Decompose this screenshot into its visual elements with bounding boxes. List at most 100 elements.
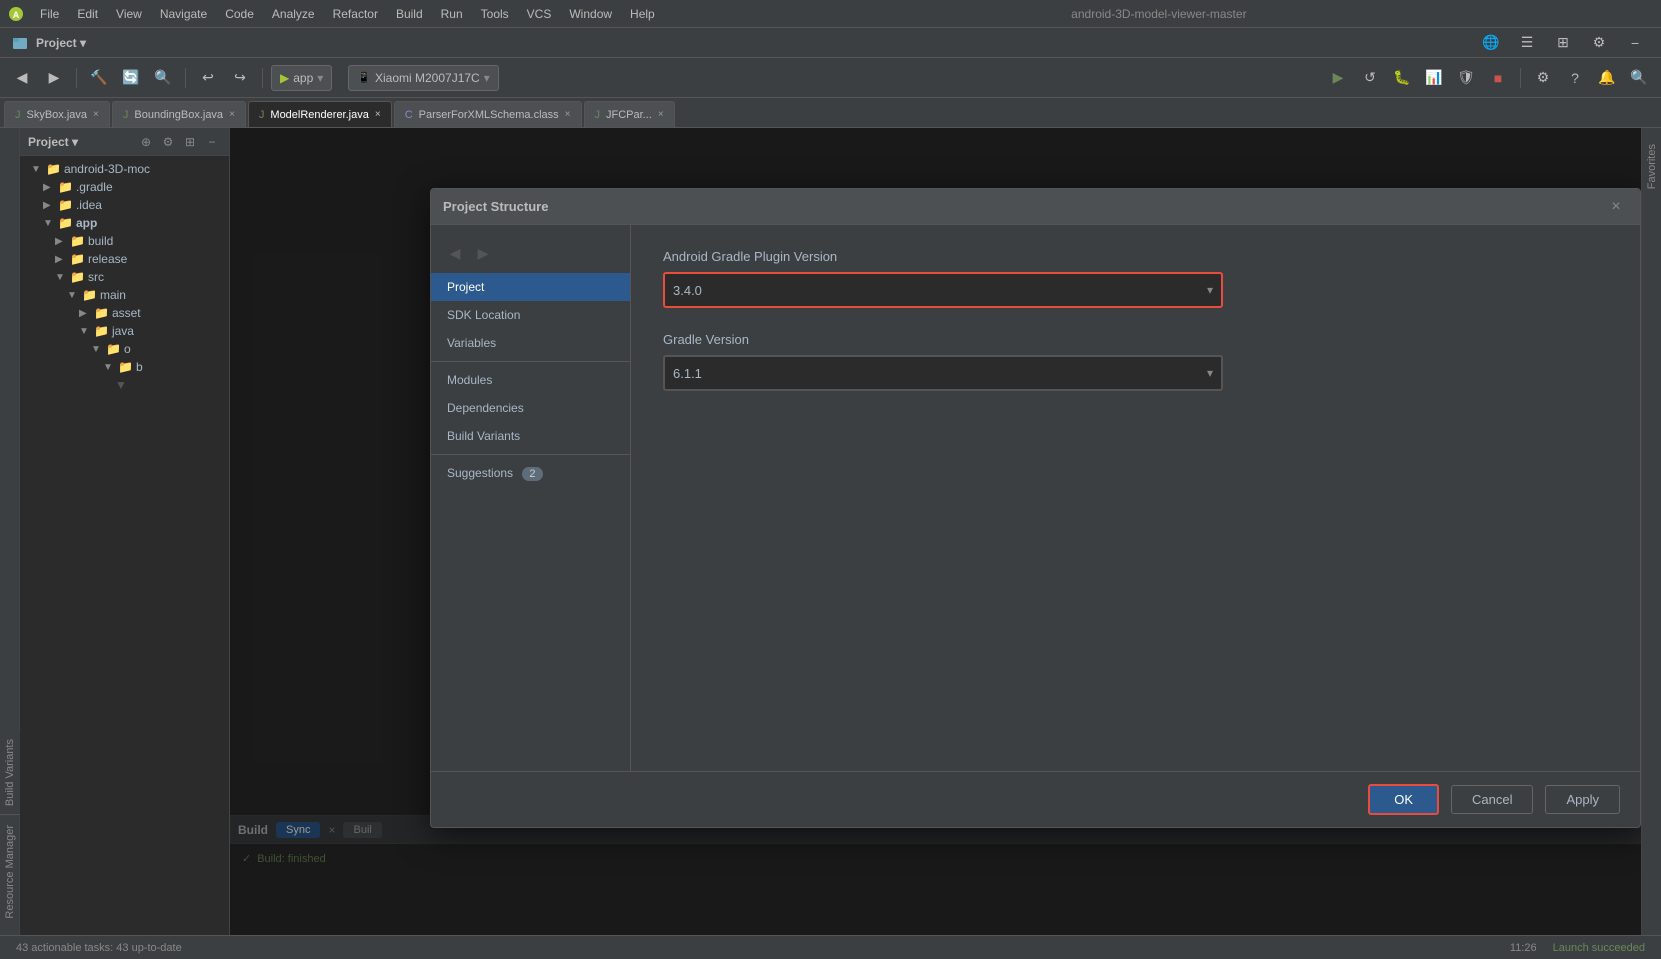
menu-navigate[interactable]: Navigate xyxy=(152,5,215,23)
nav-forward-btn[interactable]: ▶ xyxy=(471,241,495,265)
toolbar-expand-btn[interactable]: ⊞ xyxy=(1549,29,1577,57)
menu-view[interactable]: View xyxy=(108,5,150,23)
dialog-nav-variables[interactable]: Variables xyxy=(431,329,630,357)
menu-tools[interactable]: Tools xyxy=(473,5,517,23)
nav-back-btn[interactable]: ◀ xyxy=(443,241,467,265)
project-structure-dialog: Project Structure × ◀ ▶ Project SDK Loca… xyxy=(430,188,1641,828)
status-time: 11:26 xyxy=(1510,942,1537,954)
dialog-nav-divider2 xyxy=(431,454,630,455)
tree-src[interactable]: ▼ 📁 src xyxy=(20,268,229,286)
menu-file[interactable]: File xyxy=(32,5,67,23)
profile-btn[interactable]: 📊 xyxy=(1420,64,1448,92)
tab-parserforxml[interactable]: C ParserForXMLSchema.class × xyxy=(394,101,582,127)
suggestions-badge: 2 xyxy=(522,467,542,481)
tree-main-label: main xyxy=(100,288,126,302)
toolbar-sync-btn[interactable]: 🔄 xyxy=(117,64,145,92)
tree-gradle[interactable]: ▶ 📁 .gradle xyxy=(20,178,229,196)
menu-help[interactable]: Help xyxy=(622,5,663,23)
menu-analyze[interactable]: Analyze xyxy=(264,5,323,23)
dialog-close-button[interactable]: × xyxy=(1604,195,1628,219)
toolbar-analyze-btn[interactable]: 🔍 xyxy=(149,64,177,92)
tree-idea[interactable]: ▶ 📁 .idea xyxy=(20,196,229,214)
toolbar-earth-btn[interactable]: 🌐 xyxy=(1477,29,1505,57)
sidebar-action-expand[interactable]: ⊞ xyxy=(181,133,199,151)
run-btn[interactable]: ▶ xyxy=(1324,64,1352,92)
dialog-nav-sdk-location[interactable]: SDK Location xyxy=(431,301,630,329)
tab-skybox[interactable]: J SkyBox.java × xyxy=(4,101,110,127)
apply-button[interactable]: Apply xyxy=(1545,785,1620,814)
parserforxml-class-icon: C xyxy=(405,109,413,121)
toolbar-gear-btn[interactable]: ⚙ xyxy=(1585,29,1613,57)
sidebar-action-scope[interactable]: ⊕ xyxy=(137,133,155,151)
status-bar: 43 actionable tasks: 43 up-to-date 11:26… xyxy=(0,935,1661,959)
tree-build[interactable]: ▶ 📁 build xyxy=(20,232,229,250)
search-btn[interactable]: 🔍 xyxy=(1625,64,1653,92)
panel-label-favorites[interactable]: Favorites xyxy=(1643,136,1661,197)
sidebar-title-label: Project ▾ xyxy=(28,135,78,149)
tab-jfcpar[interactable]: J JFCPar... × xyxy=(584,101,675,127)
dialog-nav-modules[interactable]: Modules xyxy=(431,366,630,394)
dialog-nav-project[interactable]: Project xyxy=(431,273,630,301)
toolbar-undo-btn[interactable]: ↩ xyxy=(194,64,222,92)
sidebar-action-minimize[interactable]: − xyxy=(203,133,221,151)
cancel-button[interactable]: Cancel xyxy=(1451,785,1533,814)
settings-btn[interactable]: ⚙ xyxy=(1529,64,1557,92)
tree-o[interactable]: ▼ 📁 o xyxy=(20,340,229,358)
toolbar-back-btn[interactable]: ◀ xyxy=(8,64,36,92)
refresh-btn[interactable]: ↺ xyxy=(1356,64,1384,92)
ok-button[interactable]: OK xyxy=(1368,784,1439,815)
panel-label-build-variants[interactable]: Build Variants xyxy=(0,731,20,815)
menu-run[interactable]: Run xyxy=(433,5,471,23)
debug-btn[interactable]: 🐛 xyxy=(1388,64,1416,92)
device-dropdown[interactable]: 📱 Xiaomi M2007J17C ▾ xyxy=(348,65,498,91)
tab-modelrenderer[interactable]: J ModelRenderer.java × xyxy=(248,101,392,127)
notifications-btn[interactable]: 🔔 xyxy=(1593,64,1621,92)
tab-modelrenderer-close[interactable]: × xyxy=(375,109,381,120)
toolbar-list-btn[interactable]: ☰ xyxy=(1513,29,1541,57)
tab-jfcpar-close[interactable]: × xyxy=(658,109,664,120)
gradle-version-dropdown[interactable]: 6.1.1 ▾ xyxy=(663,355,1223,391)
tree-main-folder-icon: 📁 xyxy=(82,288,97,302)
sidebar-action-settings[interactable]: ⚙ xyxy=(159,133,177,151)
run-config-dropdown[interactable]: ▶ app ▾ xyxy=(271,65,332,91)
coverage-btn[interactable]: 🛡 xyxy=(1452,64,1480,92)
tree-app[interactable]: ▼ 📁 app xyxy=(20,214,229,232)
dialog-body: ◀ ▶ Project SDK Location Variables Modul… xyxy=(431,225,1640,771)
tree-gradle-arrow: ▶ xyxy=(43,182,55,193)
menu-vcs[interactable]: VCS xyxy=(519,5,560,23)
menu-refactor[interactable]: Refactor xyxy=(325,5,386,23)
tree-gradle-label: .gradle xyxy=(76,180,113,194)
toolbar-build-btn[interactable]: 🔨 xyxy=(85,64,113,92)
status-launch: Launch succeeded xyxy=(1553,942,1645,954)
dialog-footer: OK Cancel Apply xyxy=(431,771,1640,827)
toolbar-forward-btn[interactable]: ▶ xyxy=(40,64,68,92)
plugin-version-dropdown[interactable]: 3.4.0 ▾ xyxy=(663,272,1223,308)
menu-build[interactable]: Build xyxy=(388,5,431,23)
tab-parserforxml-close[interactable]: × xyxy=(565,109,571,120)
toolbar-minus-btn[interactable]: − xyxy=(1621,29,1649,57)
tab-skybox-close[interactable]: × xyxy=(93,109,99,120)
tree-asset[interactable]: ▶ 📁 asset xyxy=(20,304,229,322)
toolbar-redo-btn[interactable]: ↪ xyxy=(226,64,254,92)
menu-edit[interactable]: Edit xyxy=(69,5,106,23)
tree-b[interactable]: ▼ 📁 b xyxy=(20,358,229,376)
dialog-nav-suggestions[interactable]: Suggestions 2 xyxy=(431,459,630,488)
run-config-label: app xyxy=(293,71,313,85)
dialog-nav: ◀ ▶ Project SDK Location Variables Modul… xyxy=(431,225,631,771)
menu-code[interactable]: Code xyxy=(217,5,262,23)
tab-boundingbox[interactable]: J BoundingBox.java × xyxy=(112,101,246,127)
stop-btn[interactable]: ■ xyxy=(1484,64,1512,92)
tree-release[interactable]: ▶ 📁 release xyxy=(20,250,229,268)
tree-asset-folder-icon: 📁 xyxy=(94,306,109,320)
dialog-nav-dependencies[interactable]: Dependencies xyxy=(431,394,630,422)
dialog-nav-build-variants[interactable]: Build Variants xyxy=(431,422,630,450)
tab-boundingbox-close[interactable]: × xyxy=(229,109,235,120)
menu-window[interactable]: Window xyxy=(561,5,620,23)
help-btn[interactable]: ? xyxy=(1561,64,1589,92)
dialog-nav-suggestions-label: Suggestions xyxy=(447,466,513,480)
tree-java[interactable]: ▼ 📁 java xyxy=(20,322,229,340)
panel-label-resource-manager[interactable]: Resource Manager xyxy=(1,817,19,927)
tree-main[interactable]: ▼ 📁 main xyxy=(20,286,229,304)
tree-more[interactable]: ▼ xyxy=(20,376,229,394)
tree-root[interactable]: ▼ 📁 android-3D-moc xyxy=(20,160,229,178)
